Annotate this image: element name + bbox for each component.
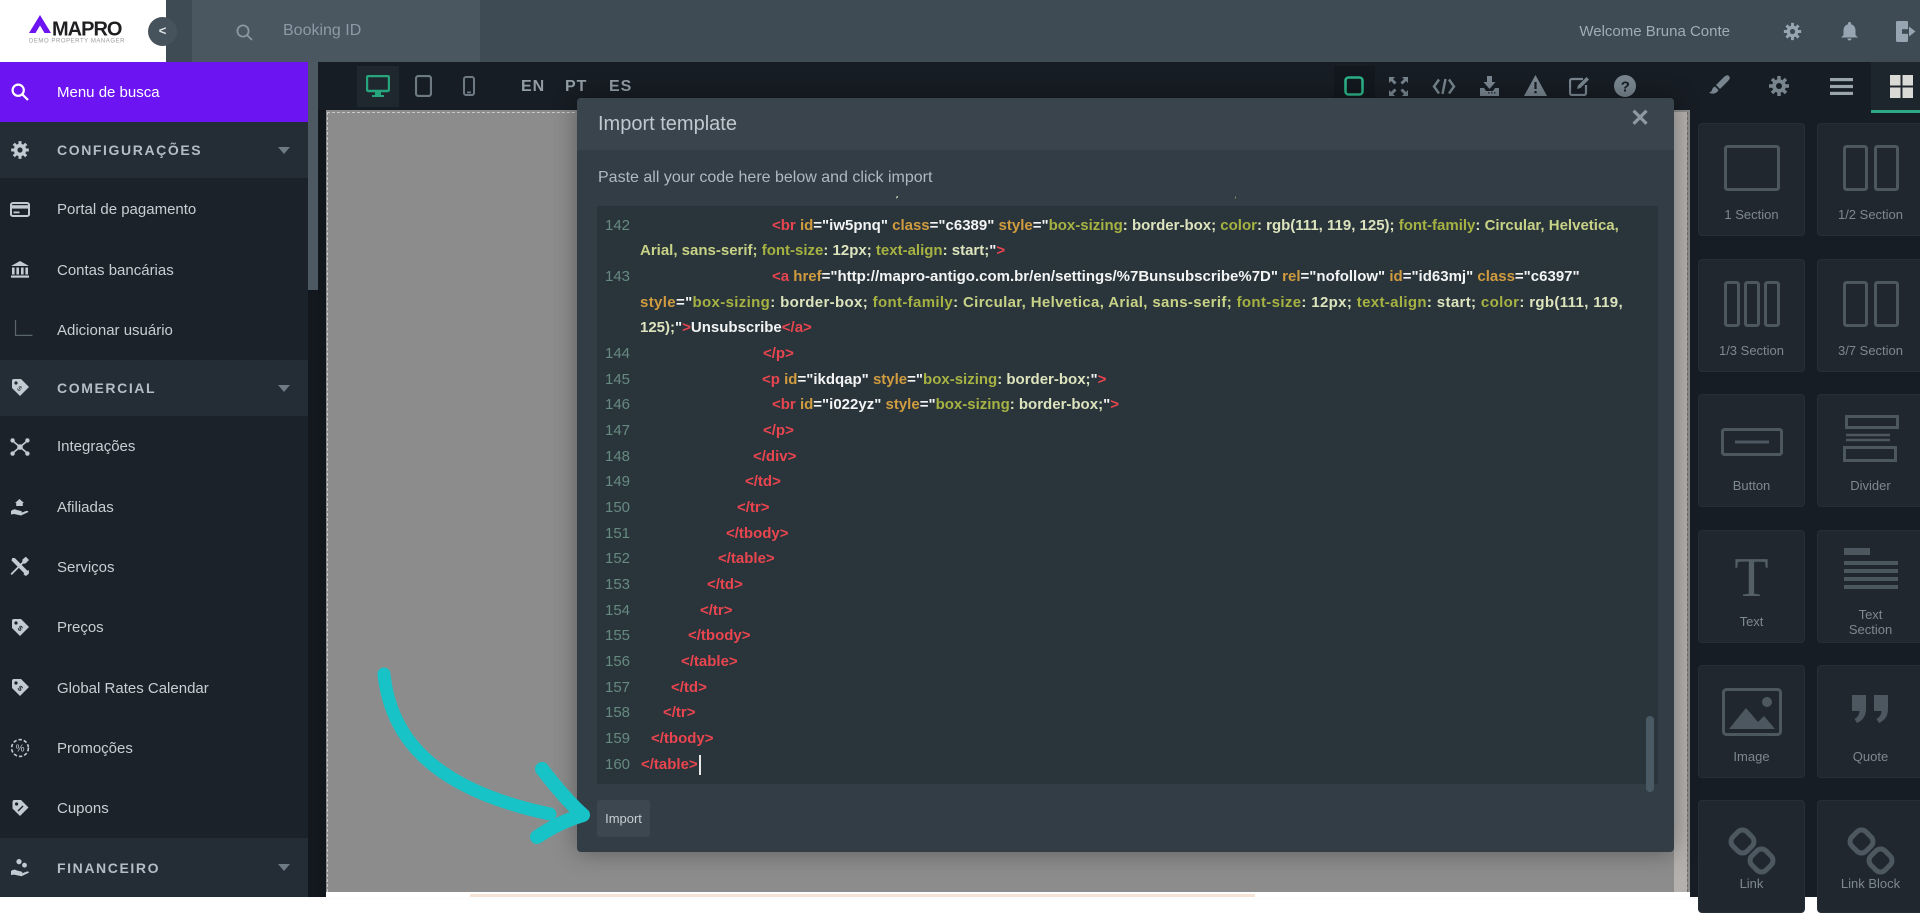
svg-text:%: % <box>16 744 25 755</box>
svg-text:?: ? <box>1621 78 1630 95</box>
svg-text:MAPRO: MAPRO <box>52 19 122 41</box>
svg-text:DEMO PROPERTY MANAGER: DEMO PROPERTY MANAGER <box>29 39 125 45</box>
